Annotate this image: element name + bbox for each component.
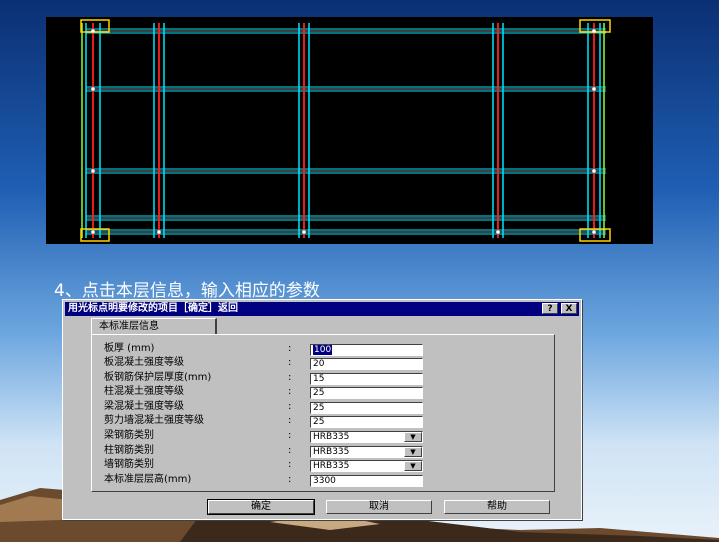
input-value: 100 (313, 345, 333, 355)
grid-node (91, 87, 95, 91)
param-input[interactable]: 100 (310, 344, 423, 356)
param-colon: : (288, 372, 292, 383)
select-value: HRB335 (313, 461, 350, 471)
input-value: 25 (313, 403, 325, 413)
cancel-button[interactable]: 取消 (326, 500, 432, 514)
cad-plan-svg (80, 19, 611, 242)
param-input[interactable]: 20 (310, 358, 423, 370)
param-label: 板混凝土强度等级 (104, 357, 184, 368)
param-label: 剪力墙混凝土强度等级 (104, 415, 204, 426)
rebar-type-select[interactable]: HRB335 ▼ (310, 431, 423, 443)
grid-node (592, 169, 596, 173)
input-value: 3300 (313, 476, 336, 486)
param-label: 本标准层层高(mm) (104, 474, 192, 485)
param-input[interactable]: 25 (310, 402, 423, 414)
dialog-title: 用光标点明要修改的项目［确定］返回 (68, 303, 238, 314)
tab-floor-info[interactable]: 本标准层信息 (91, 318, 217, 334)
cad-floor-plan[interactable] (46, 17, 653, 244)
input-value: 25 (313, 388, 325, 398)
chevron-down-icon[interactable]: ▼ (404, 432, 422, 442)
chevron-down-icon[interactable]: ▼ (404, 461, 422, 471)
param-colon: : (288, 357, 292, 368)
grid-node (302, 230, 306, 234)
rebar-type-select[interactable]: HRB335 ▼ (310, 460, 423, 472)
param-colon: : (288, 343, 292, 354)
column-marker (80, 19, 110, 33)
select-value: HRB335 (313, 447, 350, 457)
param-label: 梁混凝土强度等级 (104, 401, 184, 412)
grid-node (592, 29, 596, 33)
column-marker (80, 228, 110, 242)
grid-node (496, 230, 500, 234)
param-input[interactable]: 25 (310, 387, 423, 399)
ok-button[interactable]: 确定 (207, 499, 315, 515)
help-icon[interactable]: ? (542, 303, 558, 314)
param-colon: : (288, 401, 292, 412)
param-label: 板钢筋保护层厚度(mm) (104, 372, 212, 383)
param-label: 梁钢筋类别 (104, 430, 154, 441)
floor-info-dialog: 用光标点明要修改的项目［确定］返回 ? X 本标准层信息 板厚 (mm): 100… (62, 299, 582, 520)
grid-node (91, 230, 95, 234)
param-colon: : (288, 415, 292, 426)
input-value: 25 (313, 417, 325, 427)
param-label: 柱钢筋类别 (104, 445, 154, 456)
grid-node (592, 230, 596, 234)
grid-node (592, 87, 596, 91)
grid-node (91, 29, 95, 33)
select-value: HRB335 (313, 432, 350, 442)
param-colon: : (288, 459, 292, 470)
param-input[interactable]: 3300 (310, 475, 423, 487)
param-colon: : (288, 474, 292, 485)
rebar-type-select[interactable]: HRB335 ▼ (310, 446, 423, 458)
param-input[interactable]: 15 (310, 373, 423, 385)
instruction-caption: 4、点击本层信息，输入相应的参数 (54, 281, 320, 301)
help-button[interactable]: 帮助 (444, 500, 550, 514)
grid-node (91, 169, 95, 173)
param-label: 柱混凝土强度等级 (104, 386, 184, 397)
param-colon: : (288, 445, 292, 456)
input-value: 20 (313, 359, 325, 369)
grid-node (157, 230, 161, 234)
input-value: 15 (313, 374, 325, 384)
chevron-down-icon[interactable]: ▼ (404, 447, 422, 457)
param-input[interactable]: 25 (310, 416, 423, 428)
dialog-titlebar[interactable]: 用光标点明要修改的项目［确定］返回 ? X (65, 302, 579, 316)
param-colon: : (288, 386, 292, 397)
param-colon: : (288, 430, 292, 441)
param-label: 板厚 (mm) (104, 343, 155, 354)
param-label: 墙钢筋类别 (104, 459, 154, 470)
close-icon[interactable]: X (561, 303, 577, 314)
